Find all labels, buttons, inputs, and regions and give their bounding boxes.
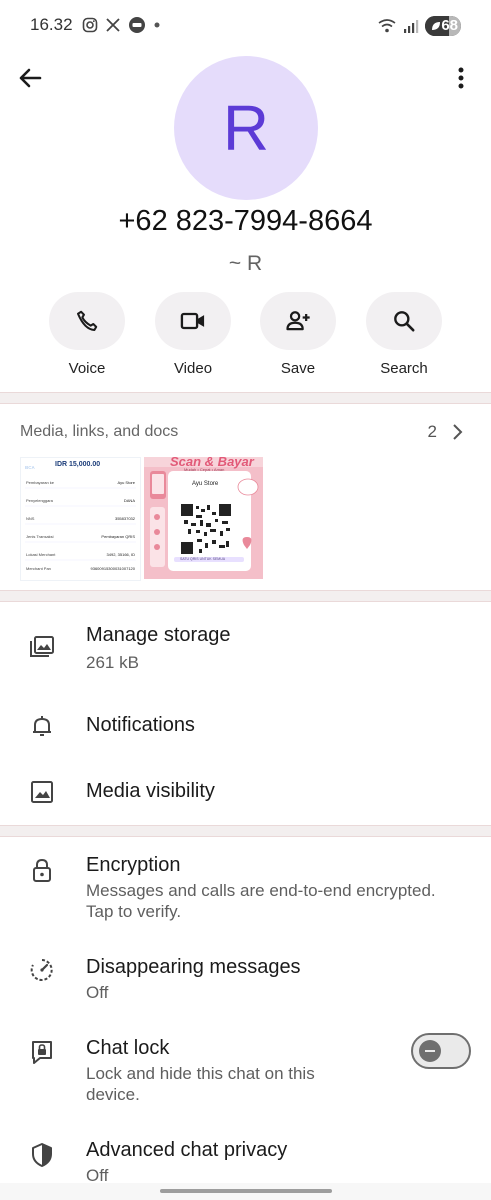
- media-count[interactable]: 2: [428, 422, 437, 442]
- media-thumbnail-qris[interactable]: Scan & Bayar Mudah • Cepat • Aman Ayu St…: [144, 457, 263, 579]
- encryption-subtitle-line2: Tap to verify.: [86, 902, 182, 921]
- chat-lock-title: Chat lock: [86, 1037, 170, 1059]
- chat-lock-subtitle-line2: device.: [86, 1085, 140, 1104]
- video-call-button[interactable]: Video: [138, 292, 248, 377]
- chat-lock-icon: [32, 1041, 52, 1064]
- section-divider: [0, 590, 491, 602]
- receipt-row-label: Lokasi Merchant: [26, 552, 56, 557]
- qris-ribbon: Mudah • Cepat • Aman: [184, 467, 225, 472]
- phone-icon: [76, 310, 98, 332]
- save-label: Save: [280, 360, 316, 377]
- receipt-row-value: Pembayaran QRIS: [101, 534, 135, 539]
- receipt-row-label: NNS: [26, 516, 35, 521]
- save-contact-button[interactable]: Save: [243, 292, 353, 377]
- receipt-amount: IDR 15,000.00: [55, 461, 101, 468]
- bell-icon: [33, 716, 51, 736]
- video-pill[interactable]: [155, 292, 231, 350]
- receipt-row-value: DANA: [123, 498, 135, 503]
- receipt-row-label: Penyelenggara: [26, 498, 53, 503]
- lock-icon: [33, 858, 51, 882]
- notification-icons: [82, 15, 161, 35]
- disappearing-messages-row[interactable]: Disappearing messages Off: [0, 950, 491, 1006]
- x-icon: [106, 18, 120, 32]
- qris-store-name: Ayu Store: [192, 481, 219, 487]
- receipt-row-value: Ayu Store: [117, 480, 136, 485]
- contact-phone: +62 823-7994-8664: [118, 205, 373, 237]
- timer-icon: [30, 959, 53, 981]
- video-icon: [180, 312, 205, 330]
- receipt-row-value: 3492, 35166, ID: [106, 552, 135, 557]
- video-label: Video: [173, 360, 213, 377]
- search-button[interactable]: Search: [349, 292, 459, 377]
- manage-storage-size: 261 kB: [86, 653, 139, 672]
- disappearing-messages-title: Disappearing messages: [86, 956, 301, 978]
- shield-icon: [32, 1143, 52, 1167]
- advanced-chat-privacy-row[interactable]: Advanced chat privacy Off: [0, 1133, 491, 1183]
- qris-footer: SATU QRIS UNTUK SEMUA: [180, 557, 226, 561]
- signal-icon: [404, 20, 419, 33]
- contact-alias: ~ R: [228, 252, 263, 275]
- voice-label: Voice: [68, 360, 106, 377]
- media-section-title[interactable]: Media, links, and docs: [20, 423, 178, 441]
- manage-storage-title: Manage storage: [86, 624, 231, 646]
- battery-indicator: 68: [425, 16, 461, 36]
- receipt-row-value: 355837032: [114, 516, 135, 521]
- save-pill[interactable]: [260, 292, 336, 350]
- status-time: 16.32: [30, 15, 73, 34]
- encryption-row[interactable]: Encryption Messages and calls are end-to…: [0, 848, 491, 924]
- battery-level: 68: [441, 17, 458, 34]
- status-bar: 16.32 68: [0, 0, 491, 52]
- receipt-row-value: 93600915300031007120: [90, 566, 136, 571]
- voice-pill[interactable]: [49, 292, 125, 350]
- line-icon: [129, 17, 145, 33]
- more-vert-icon: [458, 67, 464, 89]
- arrow-left-icon: [19, 68, 42, 88]
- disappearing-messages-status: Off: [86, 983, 109, 1002]
- chat-lock-subtitle-line1: Lock and hide this chat on this: [86, 1064, 315, 1083]
- media-thumbnail-receipt[interactable]: BCA IDR 15,000.00 Pembayaran ke Ayu Stor…: [20, 457, 141, 581]
- avatar[interactable]: R: [174, 56, 318, 200]
- gesture-handle[interactable]: [160, 1189, 332, 1193]
- encryption-subtitle-line1: Messages and calls are end-to-end encryp…: [86, 881, 436, 900]
- manage-storage-row[interactable]: Manage storage 261 kB: [0, 616, 491, 676]
- svg-text:BCA: BCA: [25, 465, 35, 470]
- media-visibility-title: Media visibility: [86, 780, 215, 802]
- more-options-button[interactable]: [445, 62, 477, 94]
- voice-call-button[interactable]: Voice: [32, 292, 142, 377]
- wifi-icon: [378, 19, 396, 33]
- section-divider: [0, 392, 491, 404]
- section-divider: [0, 825, 491, 837]
- back-button[interactable]: [14, 62, 46, 94]
- notifications-title: Notifications: [86, 714, 195, 736]
- encryption-title: Encryption: [86, 854, 181, 876]
- instagram-icon: [82, 17, 98, 33]
- notifications-row[interactable]: Notifications: [0, 700, 491, 752]
- advanced-chat-privacy-title: Advanced chat privacy: [86, 1139, 288, 1161]
- status-right: 68: [377, 15, 461, 37]
- search-icon: [394, 311, 415, 332]
- search-pill[interactable]: [366, 292, 442, 350]
- toggle-knob: [419, 1040, 441, 1062]
- chevron-right-icon[interactable]: [449, 422, 465, 442]
- image-icon: [31, 781, 53, 803]
- search-label: Search: [380, 360, 428, 377]
- avatar-letter: R: [222, 92, 270, 164]
- add-contact-icon: [286, 311, 310, 331]
- storage-icon: [30, 636, 54, 657]
- media-visibility-row[interactable]: Media visibility: [0, 766, 491, 818]
- navigation-bar: [0, 1183, 491, 1200]
- receipt-row-label: Pembayaran ke: [26, 480, 55, 485]
- leaf-icon: [432, 22, 440, 30]
- advanced-chat-privacy-status: Off: [86, 1166, 109, 1183]
- receipt-row-label: Jenis Transaksi: [26, 534, 54, 539]
- chat-lock-toggle[interactable]: [411, 1033, 471, 1069]
- receipt-row-label: Merchant Pan: [26, 566, 51, 571]
- dot-icon: [154, 22, 160, 28]
